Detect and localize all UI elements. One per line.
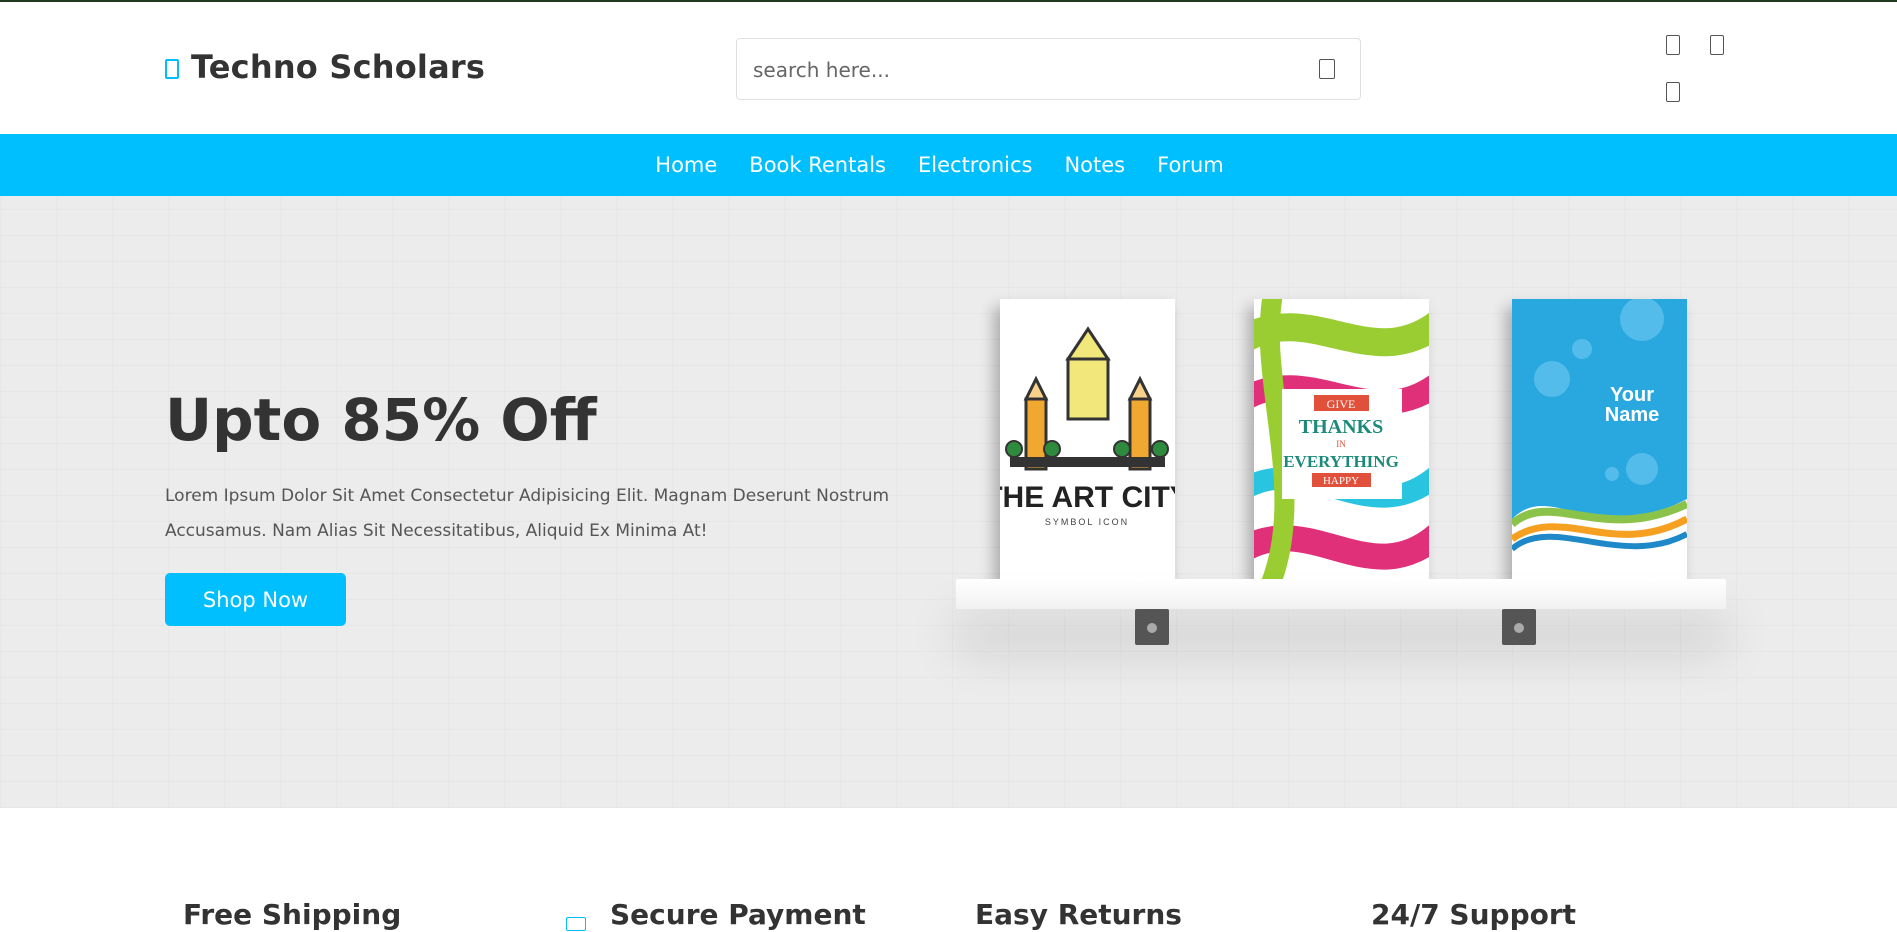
hero-description: Lorem Ipsum Dolor Sit Amet Consectetur A… (165, 486, 890, 541)
feature-secure-payment: Secure Payment (566, 898, 866, 931)
feature-support: 24/7 Support (1371, 898, 1576, 931)
brand-name: Techno Scholars (191, 48, 486, 86)
your-name-cover-art: Your Name (1512, 299, 1687, 582)
nav-item-notes[interactable]: Notes (1064, 153, 1125, 177)
hero-title: Upto 85% Off (165, 386, 597, 454)
book-1-title: THE ART CITY (1000, 481, 1175, 514)
art-city-cover-art: THE ART CITY SYMBOL ICON (1000, 299, 1175, 582)
book-cover-art-city: THE ART CITY SYMBOL ICON (1000, 299, 1175, 582)
nav-item-electronics[interactable]: Electronics (918, 153, 1032, 177)
book-3-line1: Your (1610, 384, 1654, 406)
book-2-line5: HAPPY (1323, 475, 1359, 487)
book-cover-your-name: Your Name (1512, 299, 1687, 582)
book-1-subtitle: SYMBOL ICON (1045, 517, 1129, 527)
feature-label: Easy Returns (975, 898, 1182, 931)
nav-item-book-rentals[interactable]: Book Rentals (749, 153, 886, 177)
user-icon[interactable] (1666, 82, 1680, 102)
features-section: Free Shipping Secure Payment Easy Return… (0, 808, 1897, 932)
shelf (956, 579, 1726, 609)
cart-icon[interactable] (1710, 35, 1724, 55)
nav-item-forum[interactable]: Forum (1157, 153, 1224, 177)
book-2-line3: IN (1336, 439, 1346, 449)
search-icon[interactable] (1319, 59, 1335, 79)
hero-banner: Upto 85% Off Lorem Ipsum Dolor Sit Amet … (0, 196, 1897, 808)
main-nav: Home Book Rentals Electronics Notes Foru… (0, 134, 1897, 196)
book-icon (165, 59, 179, 79)
give-thanks-cover-art: GIVE THANKS IN EVERYTHING HAPPY (1254, 299, 1429, 582)
feature-label: Free Shipping (183, 898, 402, 931)
book-2-line1: GIVE (1327, 397, 1356, 411)
header: Techno Scholars (0, 2, 1897, 134)
search-input[interactable] (751, 53, 1295, 87)
nav-item-home[interactable]: Home (655, 153, 717, 177)
feature-label: 24/7 Support (1371, 898, 1577, 931)
book-3-line2: Name (1605, 404, 1659, 426)
search-box (736, 38, 1361, 100)
shop-now-button[interactable]: Shop Now (165, 573, 346, 626)
card-icon (566, 916, 586, 931)
feature-easy-returns: Easy Returns (975, 898, 1182, 931)
heart-icon[interactable] (1666, 35, 1680, 55)
feature-label: Secure Payment (610, 898, 866, 931)
logo[interactable]: Techno Scholars (165, 48, 485, 86)
feature-free-shipping: Free Shipping (183, 898, 401, 931)
book-shelf-illustration: THE ART CITY SYMBOL ICON GIVE THANKS IN … (950, 196, 1750, 808)
book-cover-give-thanks: GIVE THANKS IN EVERYTHING HAPPY (1254, 299, 1429, 582)
shelf-bracket (1135, 609, 1169, 645)
shelf-bracket (1502, 609, 1536, 645)
book-2-line4: EVERYTHING (1283, 452, 1399, 471)
book-2-line2: THANKS (1299, 416, 1383, 438)
